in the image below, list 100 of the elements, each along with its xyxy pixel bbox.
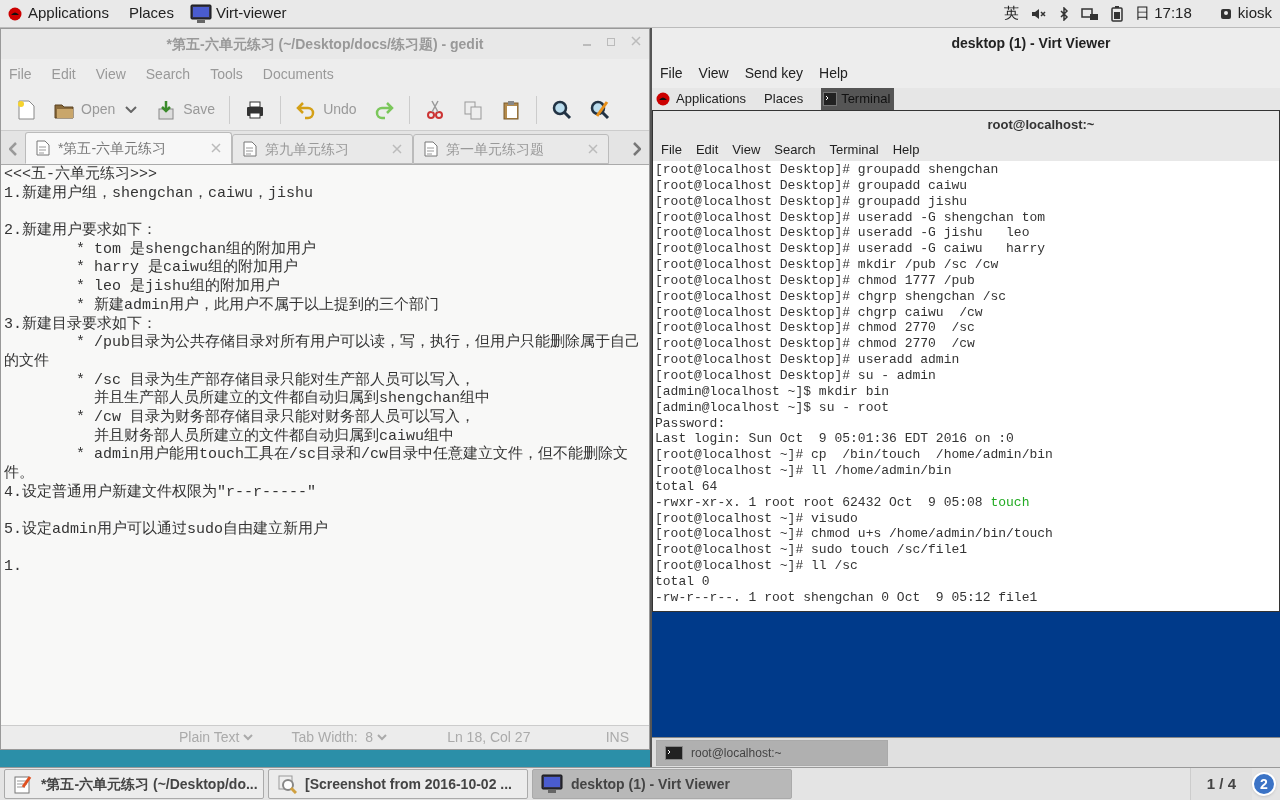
terminal-line: [root@localhost ~]# ll /sc	[655, 558, 859, 574]
terminal-line: [root@localhost Desktop]# chgrp shengchan /sc	[655, 288, 1008, 305]
terminal-line: [root@localhost Desktop]# groupadd jishu	[655, 193, 969, 210]
find-replace-icon	[588, 98, 611, 121]
caret-icon	[377, 733, 388, 742]
minimize-icon	[583, 44, 591, 46]
clock[interactable]: 日 17:18	[1135, 2, 1192, 25]
workspace-switcher[interactable]: 1 / 4	[1189, 768, 1252, 800]
terminal-line: [root@localhost Desktop]# groupadd caiwu	[655, 177, 969, 194]
taskbar-item[interactable]: desktop (1) - Virt Viewer	[532, 769, 792, 799]
chevron-right-icon	[633, 142, 641, 156]
document-icon	[424, 141, 438, 157]
volume-muted-icon	[1031, 6, 1048, 21]
text-line: 5.设定admin用户可以通过sudo自由建立新用户	[4, 521, 330, 540]
menu-item[interactable]: File	[661, 139, 682, 160]
window-title: root@localhost:~	[987, 115, 1095, 134]
close-icon	[631, 35, 641, 47]
terminal-line: [root@localhost Desktop]# chmod 2770 /sc	[655, 320, 976, 337]
window-title: *第五-六单元练习 (~/Desktop/docs/练习题) - gedit	[166, 34, 484, 54]
places-menu[interactable]: Places	[128, 2, 174, 25]
maximize-icon	[607, 38, 615, 46]
insert-mode: INS	[605, 728, 629, 747]
terminal-line: [root@localhost Desktop]# useradd -G jishu leo	[655, 225, 1031, 242]
terminal-line: Last login: Sun Oct 9 05:01:36 EDT 2016 on :0	[655, 431, 1015, 448]
close-icon	[588, 144, 598, 154]
terminal-line: [root@localhost ~]# visudo	[655, 510, 859, 527]
menu-item[interactable]: Help	[892, 139, 920, 160]
terminal-line: -rwxr-xr-x. 1 root root 62432 Oct 9 05:08 touch	[655, 494, 1031, 511]
menu-item[interactable]: Search	[774, 139, 816, 160]
network-icon	[1081, 6, 1100, 21]
terminal-line: [root@localhost Desktop]# useradd admin	[655, 352, 961, 368]
terminal-line: [root@localhost Desktop]# chgrp caiwu /cw	[655, 304, 984, 321]
applications-menu[interactable]: Applications	[676, 89, 747, 109]
taskbar-item[interactable]: [Screenshot from 2016-10-02 ...	[268, 769, 528, 799]
close-icon	[392, 144, 402, 154]
menu-item[interactable]: Edit	[695, 139, 719, 160]
text-line: 1.	[4, 558, 23, 578]
copy-icon	[461, 98, 484, 121]
document-icon	[243, 141, 257, 157]
text-line: 3.新建目录要求如下：	[4, 315, 158, 334]
terminal-line: [root@localhost ~]# cp /bin/touch /home/admin/bin	[655, 447, 1054, 464]
text-line: <<<五-六单元练习>>>	[4, 166, 158, 184]
terminal-line: [root@localhost Desktop]# mkdir /pub /sc /cw	[655, 257, 1000, 273]
user-icon	[1219, 7, 1232, 20]
text-line: * harry 是caiwu组的附加用户	[75, 259, 300, 277]
text-line: * admin用户能用touch工具在/sc目录和/cw目录中任意建立文件，但不能删除文	[75, 446, 630, 465]
terminal-line: [root@localhost ~]# chmod u+s /home/admin/bin/touch	[655, 526, 1054, 543]
terminal-line: [root@localhost Desktop]# chmod 2770 /cw	[655, 336, 976, 353]
magnifier-icon	[277, 774, 297, 794]
terminal-icon	[823, 92, 838, 106]
notepad-icon	[13, 774, 33, 794]
close-icon	[211, 143, 221, 153]
menu-item[interactable]: View	[732, 139, 761, 160]
terminal-line: [admin@localhost ~]$ su - root	[655, 399, 891, 416]
terminal-line: [root@localhost Desktop]# groupadd shengchan	[655, 162, 1000, 178]
applications-menu[interactable]: Applications	[28, 2, 109, 25]
terminal-line: [root@localhost Desktop]# useradd -G shengchan tom	[655, 209, 1047, 226]
menu-item[interactable]: View	[698, 62, 729, 84]
notification-badge[interactable]: 2	[1252, 772, 1276, 796]
text-line: * /cw 目录为财务部存储目录只能对财务部人员可以写入，	[75, 408, 477, 427]
terminal-line: [admin@localhost ~]$ mkdir bin	[655, 383, 891, 400]
new-document-icon	[15, 98, 37, 121]
terminal-line: total 0	[655, 573, 711, 590]
text-line: * tom 是shengchan组的附加用户	[75, 240, 318, 258]
document-tab[interactable]: *第五-六单元练习	[25, 132, 232, 164]
terminal-line: [root@localhost Desktop]# chmod 1777 /pub	[655, 272, 976, 289]
terminal-line: [root@localhost Desktop]# su - admin	[655, 367, 937, 384]
text-line: 的文件	[4, 352, 50, 372]
text-line: 4.设定普通用户新建文件权限为"r--r-----"	[4, 483, 318, 503]
places-menu[interactable]: Places	[764, 89, 804, 109]
text-line: * /pub目录为公共存储目录对所有用户可以读，写，执行，但用户只能删除属于自己	[75, 334, 642, 353]
terminal-icon	[665, 745, 683, 760]
terminal-line: Password:	[655, 415, 727, 432]
app-menu[interactable]: Virt-viewer	[215, 2, 287, 25]
menu-item[interactable]: File	[660, 62, 683, 84]
taskbar-item[interactable]: *第五-六单元练习 (~/Desktop/do...	[4, 769, 264, 799]
input-method-indicator[interactable]: 英	[1004, 2, 1020, 25]
cursor-position: Ln 18, Col 27	[447, 728, 531, 747]
monitor-icon	[189, 3, 212, 24]
text-line: 2.新建用户要求如下：	[4, 222, 158, 241]
terminal-line: [root@localhost Desktop]# useradd -G caiwu harry	[655, 241, 1047, 258]
menu-item[interactable]: Help	[819, 62, 848, 84]
caret-icon	[125, 106, 138, 113]
bluetooth-icon	[1059, 6, 1070, 21]
terminal-line: [root@localhost ~]# ll /home/admin/bin	[655, 463, 953, 479]
window-title: desktop (1) - Virt Viewer	[951, 33, 1111, 53]
hat-icon	[8, 6, 22, 21]
text-line: * leo 是jishu组的附加用户	[75, 278, 282, 296]
battery-icon	[1111, 5, 1124, 22]
terminal-line: -rw-r--r--. 1 root shengchan 0 Oct 9 05:12 file1	[655, 589, 1039, 606]
terminal-line: [root@localhost ~]# sudo touch /sc/file1	[655, 542, 969, 559]
text-line: * /sc 目录为生产部存储目录只能对生产部人员可以写入，	[75, 371, 477, 389]
text-editor[interactable]	[1, 165, 649, 725]
user-menu[interactable]: kiosk	[1237, 2, 1272, 25]
menu-item[interactable]: Send key	[744, 62, 804, 84]
taskbar-item[interactable]: root@localhost:~	[656, 739, 888, 766]
text-line: 并且生产部人员所建立的文件都自动归属到shengchan组中	[93, 390, 492, 408]
document-icon	[36, 140, 50, 156]
menu-item[interactable]: Terminal	[829, 139, 879, 160]
text-line: * 新建admin用户，此用户不属于以上提到的三个部门	[75, 296, 441, 315]
